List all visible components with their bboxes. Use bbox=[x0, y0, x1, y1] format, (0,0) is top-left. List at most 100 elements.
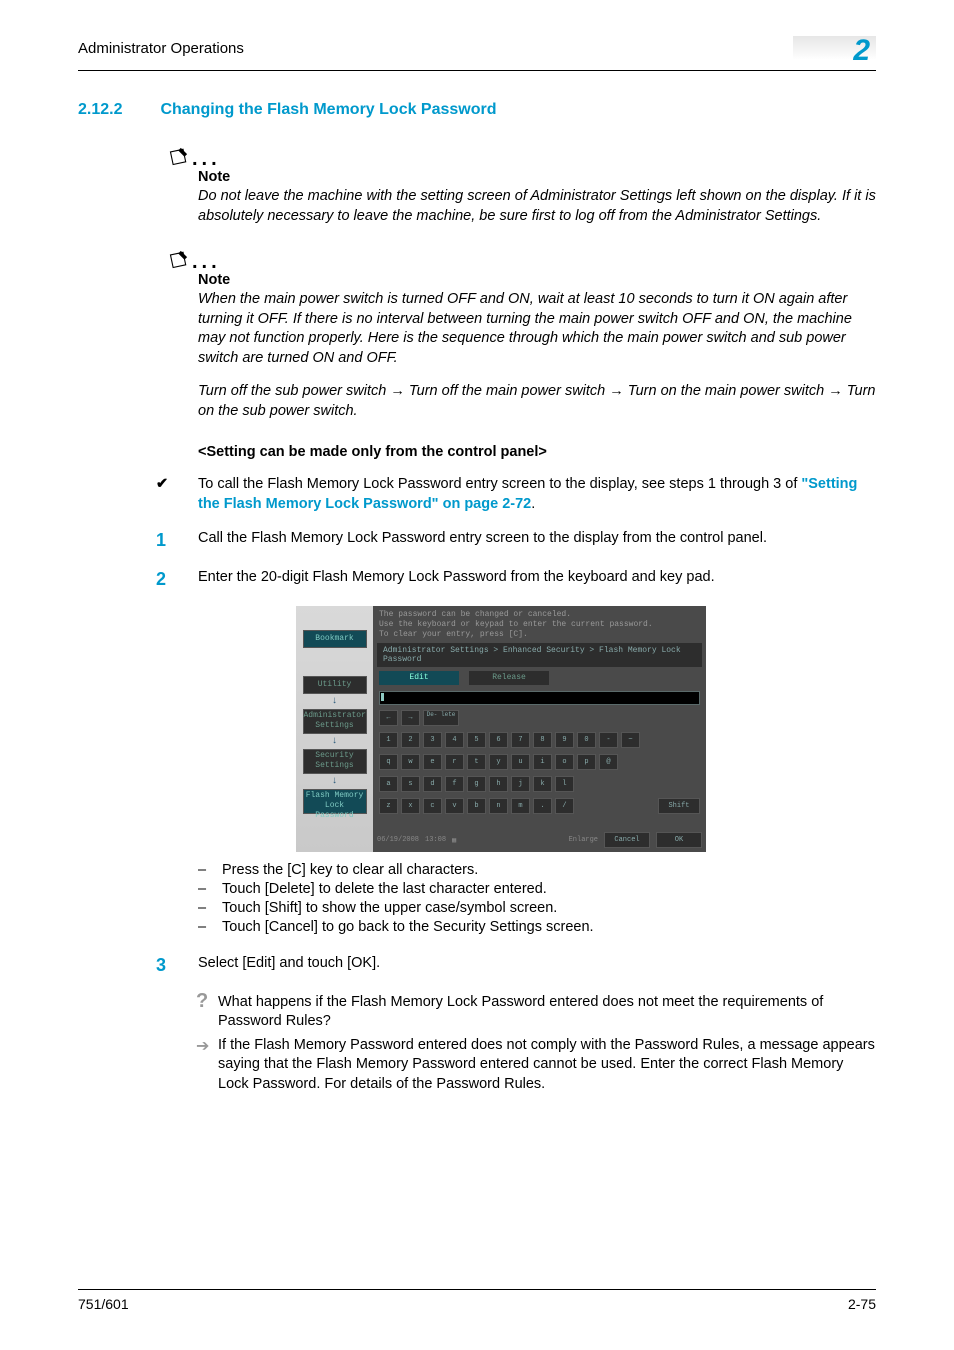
bullet-text: To call the Flash Memory Lock Password e… bbox=[198, 474, 876, 515]
arrow-right-key[interactable]: → bbox=[401, 710, 420, 726]
setting-note: <Setting can be made only from the contr… bbox=[198, 444, 876, 460]
note-text: Turn off the sub power switch → Turn off… bbox=[198, 382, 876, 421]
keyboard-key[interactable]: m bbox=[511, 798, 530, 814]
step-number: 3 bbox=[156, 953, 198, 978]
keyboard-key[interactable]: e bbox=[423, 754, 442, 770]
keyboard-key[interactable]: p bbox=[577, 754, 596, 770]
keyboard-key[interactable]: ~ bbox=[621, 732, 640, 748]
breadcrumb: Administrator Settings > Enhanced Securi… bbox=[377, 643, 702, 667]
keyboard-key[interactable]: i bbox=[533, 754, 552, 770]
note-dots: ... bbox=[192, 148, 221, 170]
keyboard-key[interactable]: k bbox=[533, 776, 552, 792]
answer-text: If the Flash Memory Password entered doe… bbox=[218, 1036, 876, 1095]
checkmark-icon: ✔ bbox=[156, 474, 198, 515]
step-text: Select [Edit] and touch [OK]. bbox=[198, 953, 380, 978]
keyboard-key[interactable]: d bbox=[423, 776, 442, 792]
keyboard-key[interactable]: / bbox=[555, 798, 574, 814]
keyboard-key[interactable]: 4 bbox=[445, 732, 464, 748]
keyboard-key[interactable]: l bbox=[555, 776, 574, 792]
shift-key[interactable]: Shift bbox=[658, 798, 700, 814]
keyboard-key[interactable]: - bbox=[599, 732, 618, 748]
embedded-screenshot: Bookmark Utility ↓ Administrator Setting… bbox=[296, 606, 706, 852]
keyboard-key[interactable]: 8 bbox=[533, 732, 552, 748]
keyboard-key[interactable]: j bbox=[511, 776, 530, 792]
keyboard-key[interactable]: v bbox=[445, 798, 464, 814]
tab-edit[interactable]: Edit bbox=[379, 671, 459, 685]
keyboard-key[interactable]: 5 bbox=[467, 732, 486, 748]
keyboard-key[interactable]: y bbox=[489, 754, 508, 770]
keyboard-key[interactable]: r bbox=[445, 754, 464, 770]
delete-key[interactable]: De- lete bbox=[423, 710, 459, 726]
note-icon bbox=[168, 248, 190, 274]
arrow-left-key[interactable]: ← bbox=[379, 710, 398, 726]
section-number: 2.12.2 bbox=[78, 101, 156, 119]
utility-button[interactable]: Utility bbox=[303, 676, 367, 694]
flash-memory-button[interactable]: Flash Memory Lock Password bbox=[303, 789, 367, 814]
dash-bullet: – bbox=[198, 862, 222, 878]
list-item: Touch [Delete] to delete the last charac… bbox=[222, 881, 547, 897]
question-icon: ? bbox=[196, 993, 218, 1032]
keyboard-key[interactable]: g bbox=[467, 776, 486, 792]
keyboard-key[interactable]: 0 bbox=[577, 732, 596, 748]
key-row-3: asdfghjkl bbox=[373, 773, 706, 795]
footer-page: 2-75 bbox=[848, 1296, 876, 1312]
keyboard-key[interactable]: h bbox=[489, 776, 508, 792]
keyboard-key[interactable]: 3 bbox=[423, 732, 442, 748]
keyboard-key[interactable]: 1 bbox=[379, 732, 398, 748]
chevron-down-icon: ↓ bbox=[296, 696, 373, 707]
keyboard-key[interactable]: n bbox=[489, 798, 508, 814]
list-item: Touch [Cancel] to go back to the Securit… bbox=[222, 919, 594, 935]
question-text: What happens if the Flash Memory Lock Pa… bbox=[218, 993, 876, 1032]
key-row-4: zxcvbnm./ Shift bbox=[373, 795, 706, 817]
keyboard-key[interactable]: 2 bbox=[401, 732, 420, 748]
admin-settings-button[interactable]: Administrator Settings bbox=[303, 709, 367, 734]
keyboard-key[interactable]: t bbox=[467, 754, 486, 770]
dash-bullet: – bbox=[198, 900, 222, 916]
security-settings-button[interactable]: Security Settings bbox=[303, 749, 367, 774]
keyboard-key[interactable]: @ bbox=[599, 754, 618, 770]
keyboard-key[interactable]: f bbox=[445, 776, 464, 792]
note-icon bbox=[168, 145, 190, 171]
step-text: Call the Flash Memory Lock Password entr… bbox=[198, 528, 767, 553]
keyboard-key[interactable]: 6 bbox=[489, 732, 508, 748]
dash-bullet: – bbox=[198, 881, 222, 897]
answer-arrow-icon: ➔ bbox=[196, 1036, 218, 1095]
keyboard-key[interactable]: c bbox=[423, 798, 442, 814]
list-item: Touch [Shift] to show the upper case/sym… bbox=[222, 900, 557, 916]
keyboard-key[interactable]: u bbox=[511, 754, 530, 770]
section-title: Changing the Flash Memory Lock Password bbox=[160, 101, 496, 118]
keyboard-key[interactable]: a bbox=[379, 776, 398, 792]
note-dots: ... bbox=[192, 251, 221, 273]
keyboard-key[interactable]: b bbox=[467, 798, 486, 814]
step-number: 2 bbox=[156, 567, 198, 592]
footer-model: 751/601 bbox=[78, 1296, 129, 1312]
keyboard-key[interactable]: s bbox=[401, 776, 420, 792]
instruction-line: To clear your entry, press [C]. bbox=[379, 630, 700, 640]
dash-bullet: – bbox=[198, 919, 222, 935]
bookmark-button[interactable]: Bookmark bbox=[303, 630, 367, 648]
section-heading: 2.12.2 Changing the Flash Memory Lock Pa… bbox=[78, 101, 876, 119]
keyboard-key[interactable]: 9 bbox=[555, 732, 574, 748]
instruction-line: The password can be changed or canceled. bbox=[379, 610, 700, 620]
note-label: Note bbox=[198, 272, 876, 288]
note-text: Do not leave the machine with the settin… bbox=[198, 187, 876, 226]
tab-release[interactable]: Release bbox=[469, 671, 549, 685]
ok-button[interactable]: OK bbox=[656, 832, 702, 848]
enlarge-label: Enlarge bbox=[569, 836, 598, 844]
list-item: Press the [C] key to clear all character… bbox=[222, 862, 478, 878]
keyboard-key[interactable]: 7 bbox=[511, 732, 530, 748]
running-header: Administrator Operations bbox=[78, 40, 244, 57]
keyboard-key[interactable]: w bbox=[401, 754, 420, 770]
password-input[interactable] bbox=[379, 691, 700, 705]
keyboard-key[interactable]: . bbox=[533, 798, 552, 814]
cancel-button[interactable]: Cancel bbox=[604, 832, 650, 848]
chevron-down-icon: ↓ bbox=[296, 736, 373, 747]
step-number: 1 bbox=[156, 528, 198, 553]
instruction-line: Use the keyboard or keypad to enter the … bbox=[379, 620, 700, 630]
keyboard-key[interactable]: q bbox=[379, 754, 398, 770]
keyboard-key[interactable]: o bbox=[555, 754, 574, 770]
keyboard-key[interactable]: x bbox=[401, 798, 420, 814]
key-row-2: qwertyuiop@ bbox=[373, 751, 706, 773]
status-time: 13:08 bbox=[425, 836, 446, 844]
keyboard-key[interactable]: z bbox=[379, 798, 398, 814]
